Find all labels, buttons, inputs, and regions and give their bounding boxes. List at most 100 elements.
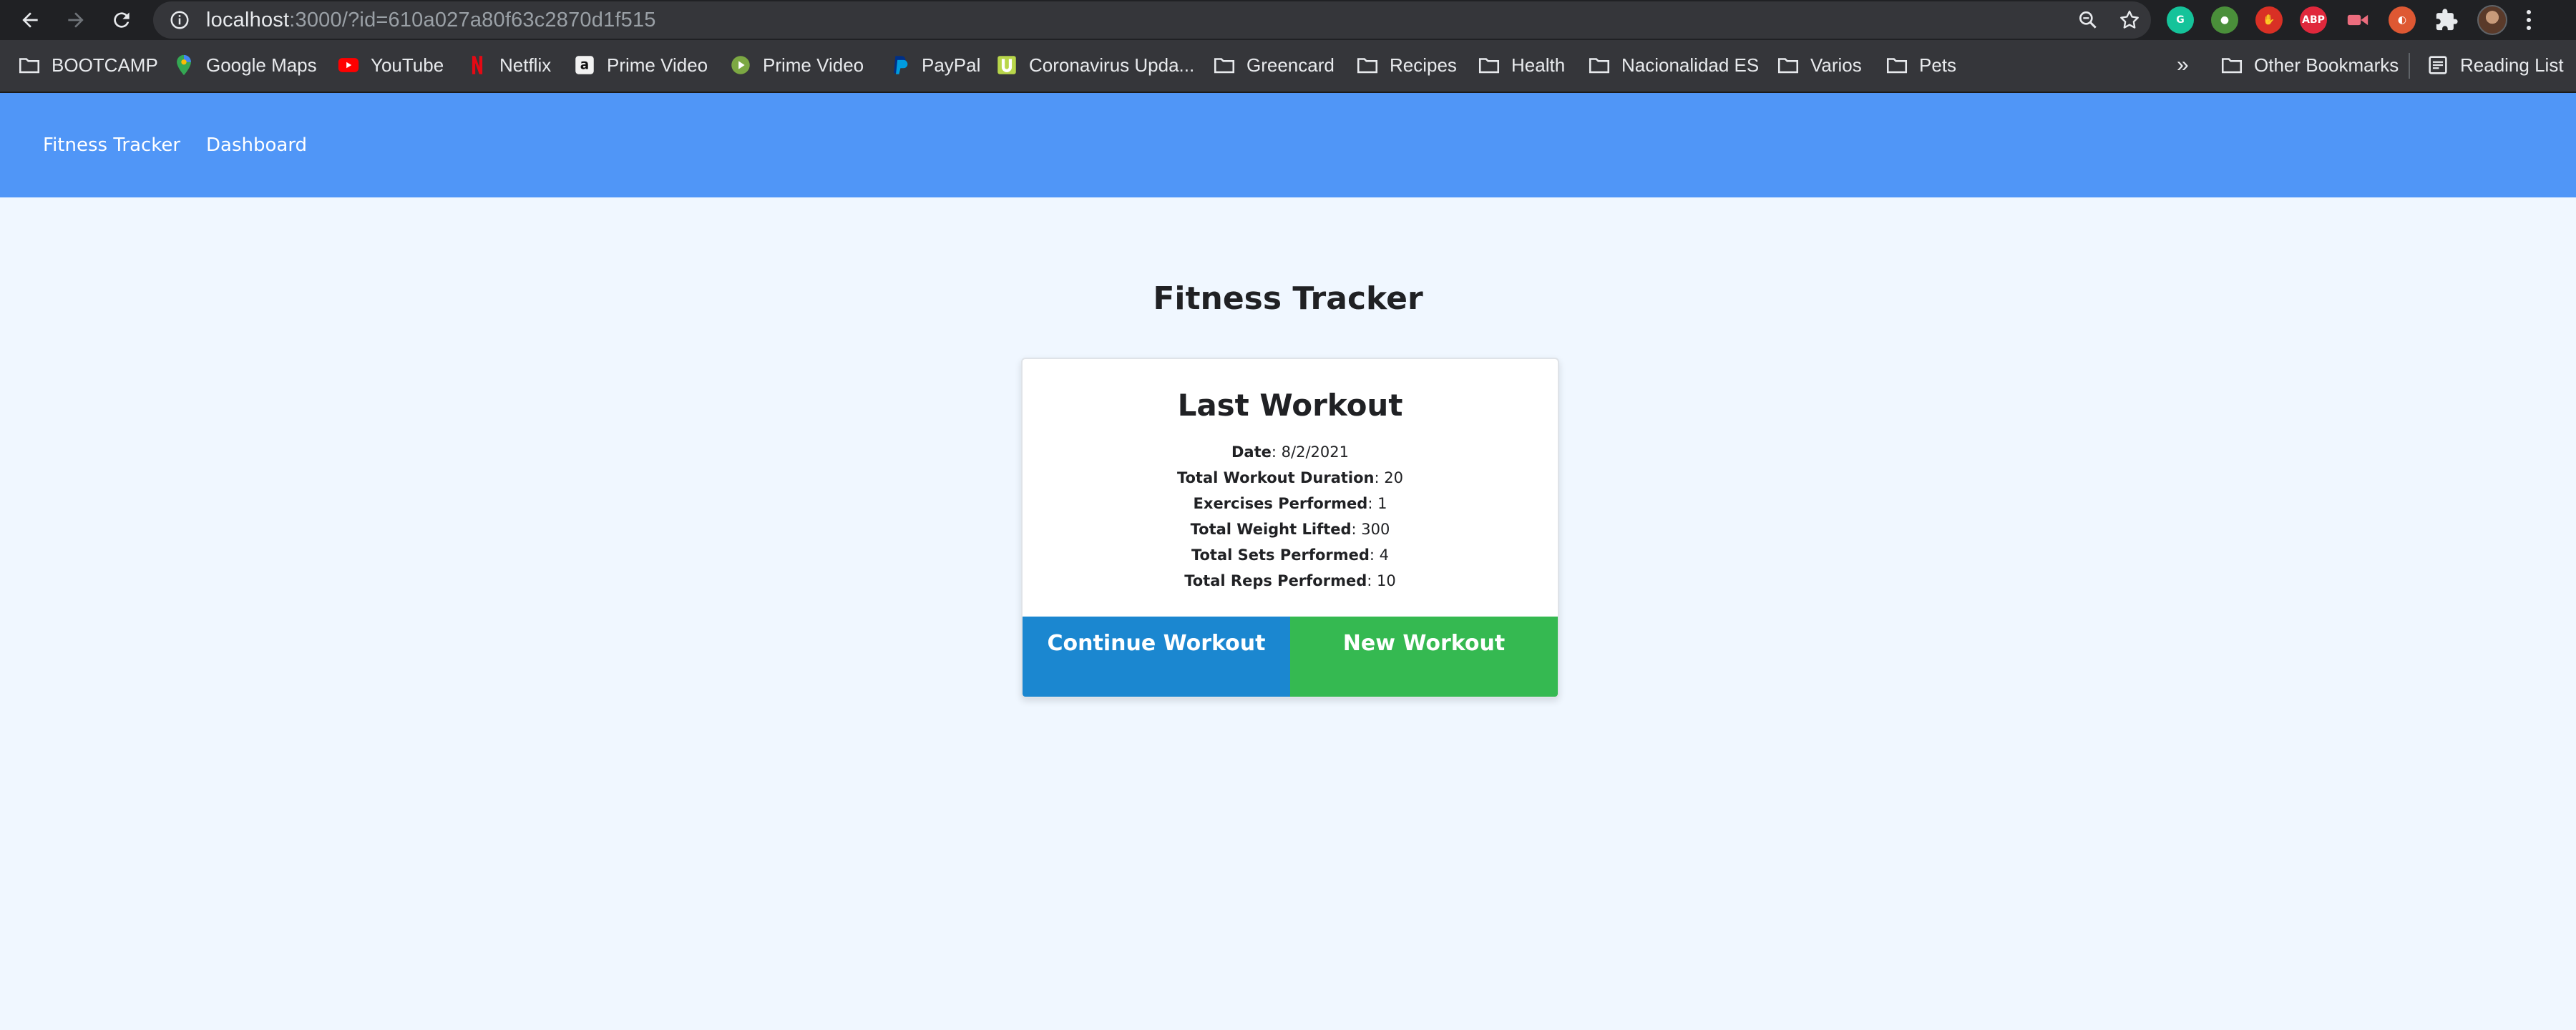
- reading-list-label: Reading List: [2460, 54, 2564, 76]
- video-icon: [2347, 14, 2368, 26]
- stat-value: 8/2/2021: [1281, 443, 1349, 461]
- duckduckgo-icon[interactable]: ◐: [2389, 6, 2416, 34]
- bookmark-health[interactable]: Health: [1477, 40, 1565, 90]
- bookmark-label: Greencard: [1246, 54, 1335, 76]
- folder-icon: [1212, 53, 1236, 77]
- card-actions: Continue Workout New Workout: [1023, 617, 1558, 697]
- folder-icon: [2220, 53, 2244, 77]
- bookmark-google-maps[interactable]: Google Maps: [172, 40, 317, 90]
- folder-icon: [1477, 53, 1501, 77]
- prime-video-icon: [728, 53, 753, 77]
- reading-list[interactable]: Reading List: [2426, 40, 2564, 90]
- other-bookmarks-label: Other Bookmarks: [2254, 54, 2399, 76]
- amazon-icon: a: [572, 53, 597, 77]
- menu-icon[interactable]: [2524, 10, 2533, 30]
- folder-icon: [1776, 53, 1800, 77]
- bookmark-nacionalidad-es[interactable]: Nacionalidad ES: [1587, 40, 1759, 90]
- address-bar[interactable]: localhost:3000/?id=610a027a80f63c2870d1f…: [153, 1, 2151, 39]
- forward-button[interactable]: [53, 0, 99, 40]
- stat-date: Date: 8/2/2021: [1231, 443, 1349, 461]
- stat-total-reps: Total Reps Performed: 10: [1184, 572, 1396, 589]
- info-icon[interactable]: [169, 9, 190, 31]
- folder-icon: [17, 53, 42, 77]
- google-maps-icon: [172, 53, 196, 77]
- url-path: :3000/?id=610a027a80f63c2870d1f515: [289, 8, 656, 31]
- bookmark-label: Netflix: [499, 54, 552, 76]
- netflix-icon: [465, 53, 489, 77]
- star-icon[interactable]: [2118, 9, 2141, 31]
- adblock-plus-label: ABP: [2302, 14, 2325, 26]
- reload-button[interactable]: [99, 0, 145, 40]
- other-bookmarks[interactable]: Other Bookmarks: [2220, 40, 2399, 90]
- stat-label: Total Workout Duration: [1176, 469, 1375, 486]
- new-workout-button[interactable]: New Workout: [1290, 617, 1558, 697]
- bookmark-label: Nacionalidad ES: [1621, 54, 1760, 76]
- zoom-icon[interactable]: [2077, 9, 2099, 31]
- bookmark-varios[interactable]: Varios: [1776, 40, 1862, 90]
- bookmark-label: Health: [1511, 54, 1566, 76]
- bookmark-prime-video-1[interactable]: a Prime Video: [572, 40, 708, 90]
- stat-value: 10: [1377, 572, 1396, 589]
- bookmark-pets[interactable]: Pets: [1885, 40, 1956, 90]
- stat-total-weight: Total Weight Lifted: 300: [1190, 521, 1390, 538]
- bookmark-prime-video-2[interactable]: Prime Video: [728, 40, 864, 90]
- youtube-icon: [336, 53, 361, 77]
- nav-brand-link[interactable]: Fitness Tracker: [43, 93, 180, 197]
- bookmarks-bar: BOOTCAMP Google Maps YouTube Netflix a P…: [0, 40, 2576, 93]
- app-navbar: Fitness Tracker Dashboard: [0, 93, 2576, 197]
- bookmark-coronavirus[interactable]: Coronavirus Upda...: [995, 40, 1194, 90]
- stat-total-sets: Total Sets Performed: 4: [1191, 546, 1390, 564]
- extensions-area: G ● ✋ ABP ◐: [2167, 0, 2533, 40]
- bookmark-label: Pets: [1919, 54, 1957, 76]
- workout-stats: Date: 8/2/2021 Total Workout Duration: 2…: [1023, 439, 1558, 594]
- stat-value: 20: [1384, 469, 1404, 486]
- stat-value: 1: [1377, 495, 1387, 512]
- bookmark-label: PayPal: [922, 54, 981, 76]
- folder-icon: [1355, 53, 1380, 77]
- bookmark-label: Coronavirus Upda...: [1029, 54, 1195, 76]
- folder-icon: [1587, 53, 1611, 77]
- puzzle-icon[interactable]: [2433, 6, 2460, 34]
- nav-dashboard-link[interactable]: Dashboard: [206, 93, 307, 197]
- reload-icon: [114, 12, 130, 28]
- stat-label: Total Weight Lifted: [1190, 521, 1352, 538]
- continue-workout-button[interactable]: Continue Workout: [1023, 617, 1290, 697]
- folder-icon: [1885, 53, 1909, 77]
- adblock-plus-icon[interactable]: ABP: [2300, 6, 2327, 34]
- bookmark-netflix[interactable]: Netflix: [465, 40, 551, 90]
- stat-total-duration: Total Workout Duration: 20: [1176, 469, 1404, 486]
- arrow-right-icon: [68, 12, 84, 28]
- bookmark-greencard[interactable]: Greencard: [1212, 40, 1335, 90]
- bookmark-label: BOOTCAMP: [52, 54, 158, 76]
- bookmark-label: Recipes: [1390, 54, 1457, 76]
- bookmark-label: YouTube: [371, 54, 444, 76]
- card-title: Last Workout: [1177, 388, 1403, 423]
- avatar[interactable]: [2477, 5, 2507, 35]
- url-text[interactable]: localhost:3000/?id=610a027a80f63c2870d1f…: [206, 9, 656, 32]
- bookmark-label: Prime Video: [763, 54, 864, 76]
- paypal-icon: [887, 53, 912, 77]
- bookmark-youtube[interactable]: YouTube: [336, 40, 444, 90]
- back-button[interactable]: [7, 0, 53, 40]
- browser-toolbar: localhost:3000/?id=610a027a80f63c2870d1f…: [0, 0, 2576, 40]
- stat-label: Exercises Performed: [1193, 495, 1368, 512]
- stat-label: Total Sets Performed: [1191, 546, 1370, 564]
- bookmarks-overflow-button[interactable]: »: [2177, 40, 2189, 90]
- bookmark-label: Varios: [1810, 54, 1862, 76]
- video-extension-icon[interactable]: [2344, 6, 2371, 34]
- last-workout-card: Last Workout Date: 8/2/2021 Total Workou…: [1021, 358, 1559, 698]
- stat-exercises-performed: Exercises Performed: 1: [1193, 495, 1387, 512]
- chrome-extension-icon[interactable]: ●: [2211, 6, 2238, 34]
- bookmark-recipes[interactable]: Recipes: [1355, 40, 1457, 90]
- stop-hand-icon[interactable]: ✋: [2255, 6, 2283, 34]
- bookmark-label: Prime Video: [607, 54, 708, 76]
- arrow-left-icon: [22, 12, 38, 28]
- url-host: localhost: [206, 8, 290, 31]
- grammarly-icon[interactable]: G: [2167, 6, 2194, 34]
- reading-list-icon: [2426, 53, 2450, 77]
- bookmark-paypal[interactable]: PayPal: [887, 40, 980, 90]
- svg-text:a: a: [580, 58, 589, 73]
- bookmark-bootcamp[interactable]: BOOTCAMP: [17, 40, 158, 90]
- coronavirus-icon: [995, 53, 1019, 77]
- bookmark-label: Google Maps: [206, 54, 317, 76]
